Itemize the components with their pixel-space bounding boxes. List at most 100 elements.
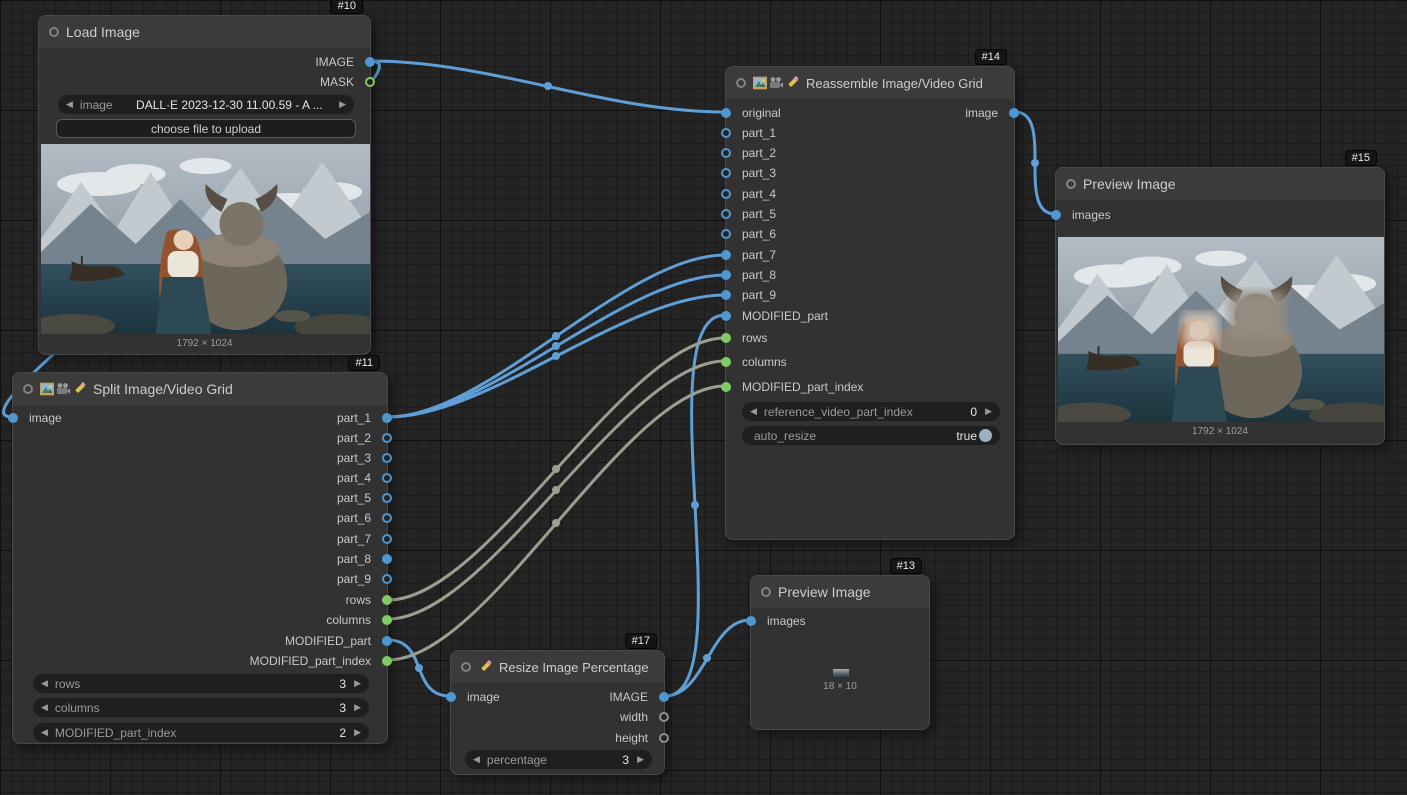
image-output-pin[interactable] (659, 692, 669, 702)
stepper-left-arrow-icon[interactable]: ◀ (41, 702, 48, 713)
modified-part-input-pin[interactable] (721, 311, 731, 321)
modified-part-index-output-pin[interactable] (382, 656, 392, 666)
part2-input-pin[interactable] (721, 148, 731, 158)
image-combo-widget[interactable]: ◀ image DALL·E 2023-12-30 11.00.59 - A .… (58, 95, 354, 114)
part1-input-pin[interactable] (721, 128, 731, 138)
node-id-badge: #17 (625, 633, 657, 649)
choose-file-button[interactable]: choose file to upload (56, 119, 356, 138)
percentage-widget[interactable]: ◀ percentage 3 ▶ (465, 750, 652, 769)
node-id-badge: #13 (890, 558, 922, 574)
stepper-left-arrow-icon[interactable]: ◀ (473, 754, 480, 765)
node-title-bar[interactable]: Reassemble Image/Video Grid (726, 67, 1014, 99)
original-input-pin[interactable] (721, 108, 731, 118)
collapse-dot[interactable] (1066, 179, 1076, 189)
toggle-knob[interactable] (979, 429, 992, 442)
stepper-right-arrow-icon[interactable]: ▶ (354, 727, 361, 738)
part6-input-pin[interactable] (721, 229, 731, 239)
node-title: Split Image/Video Grid (93, 381, 233, 397)
node-title: Resize Image Percentage (499, 660, 649, 675)
node-split-grid[interactable]: #11 Split Image/Video Grid image part_1 … (12, 372, 388, 744)
wire-image-to-original (371, 61, 725, 112)
wire-resize-to-modifiedpart (665, 315, 725, 696)
video-icon (769, 76, 783, 90)
rows-input-pin[interactable] (721, 333, 731, 343)
rows-widget[interactable]: ◀ rows 3 ▶ (33, 674, 369, 693)
node-resize-percentage[interactable]: #17 Resize Image Percentage image IMAGE … (450, 650, 665, 775)
width-output-pin[interactable] (659, 712, 669, 722)
wire-modified-index (388, 386, 725, 660)
stepper-left-arrow-icon[interactable]: ◀ (41, 727, 48, 738)
part5-output-pin[interactable] (382, 493, 392, 503)
node-graph-canvas[interactable]: #10 Load Image IMAGE MASK ◀ image DALL·E… (0, 0, 1407, 795)
stepper-right-arrow-icon[interactable]: ▶ (354, 702, 361, 713)
image-dimensions: 1792 × 1024 (1056, 426, 1384, 437)
preview-image[interactable] (1058, 237, 1384, 422)
preview-thumbnail[interactable] (833, 669, 849, 679)
node-preview-image-small[interactable]: #13 Preview Image images 18 × 10 (750, 575, 930, 730)
columns-widget[interactable]: ◀ columns 3 ▶ (33, 698, 369, 717)
modified-part-output-pin[interactable] (382, 636, 392, 646)
image-icon (40, 382, 54, 396)
collapse-dot[interactable] (736, 78, 746, 88)
node-title-bar[interactable]: Preview Image (1056, 168, 1384, 200)
collapse-dot[interactable] (461, 662, 471, 672)
image-output-pin[interactable] (365, 57, 375, 67)
height-output-pin[interactable] (659, 733, 669, 743)
part2-output-pin[interactable] (382, 433, 392, 443)
node-title-bar[interactable]: Split Image/Video Grid (13, 373, 387, 405)
pencil-icon (478, 660, 492, 674)
mask-output-pin[interactable] (365, 77, 375, 87)
image-dimensions: 1792 × 1024 (39, 338, 370, 349)
node-title-bar[interactable]: Resize Image Percentage (451, 651, 664, 683)
stepper-left-arrow-icon[interactable]: ◀ (41, 678, 48, 689)
part1-output-pin[interactable] (382, 413, 392, 423)
node-id-badge: #15 (1345, 150, 1377, 166)
wire-part1-to-part9 (388, 295, 725, 417)
columns-output-pin[interactable] (382, 615, 392, 625)
combo-right-arrow-icon[interactable]: ▶ (339, 99, 346, 110)
output-slot-image: IMAGE (39, 52, 370, 72)
node-preview-image-large[interactable]: #15 Preview Image images 1792 × 1024 (1055, 167, 1385, 445)
wire-resize-to-preview13 (665, 620, 750, 696)
collapse-dot[interactable] (23, 384, 33, 394)
part7-input-pin[interactable] (721, 250, 731, 260)
part4-input-pin[interactable] (721, 189, 731, 199)
part8-output-pin[interactable] (382, 554, 392, 564)
node-id-badge: #10 (331, 0, 363, 14)
part4-output-pin[interactable] (382, 473, 392, 483)
part8-input-pin[interactable] (721, 270, 731, 280)
stepper-right-arrow-icon[interactable]: ▶ (354, 678, 361, 689)
node-load-image[interactable]: #10 Load Image IMAGE MASK ◀ image DALL·E… (38, 15, 371, 355)
collapse-dot[interactable] (49, 27, 59, 37)
images-input-pin[interactable] (746, 616, 756, 626)
node-title-bar[interactable]: Load Image (39, 16, 370, 48)
rows-output-pin[interactable] (382, 595, 392, 605)
reference-video-part-index-widget[interactable]: ◀ reference_video_part_index 0 ▶ (742, 402, 1000, 421)
combo-left-arrow-icon[interactable]: ◀ (66, 99, 73, 110)
wire-reassemble-to-preview15 (1015, 112, 1055, 214)
modified-part-index-input-pin[interactable] (721, 382, 731, 392)
node-title-bar[interactable]: Preview Image (751, 576, 929, 608)
image-icon (753, 76, 767, 90)
stepper-right-arrow-icon[interactable]: ▶ (985, 406, 992, 417)
part3-output-pin[interactable] (382, 453, 392, 463)
images-input-pin[interactable] (1051, 210, 1061, 220)
node-reassemble-grid[interactable]: #14 Reassemble Image/Video Grid image or… (725, 66, 1015, 540)
columns-input-pin[interactable] (721, 357, 731, 367)
part5-input-pin[interactable] (721, 209, 731, 219)
modified-part-index-widget[interactable]: ◀ MODIFIED_part_index 2 ▶ (33, 723, 369, 742)
stepper-right-arrow-icon[interactable]: ▶ (637, 754, 644, 765)
loaded-image-preview[interactable] (41, 144, 370, 334)
part9-input-pin[interactable] (721, 290, 731, 300)
part6-output-pin[interactable] (382, 513, 392, 523)
node-id-badge: #14 (975, 49, 1007, 65)
stepper-left-arrow-icon[interactable]: ◀ (750, 406, 757, 417)
video-icon (56, 382, 70, 396)
part3-input-pin[interactable] (721, 168, 731, 178)
auto-resize-toggle[interactable]: auto_resize true (742, 426, 1000, 445)
collapse-dot[interactable] (761, 587, 771, 597)
part7-output-pin[interactable] (382, 534, 392, 544)
wire-modifiedpart-to-resize (388, 640, 450, 696)
node-title: Load Image (66, 24, 140, 40)
part9-output-pin[interactable] (382, 574, 392, 584)
